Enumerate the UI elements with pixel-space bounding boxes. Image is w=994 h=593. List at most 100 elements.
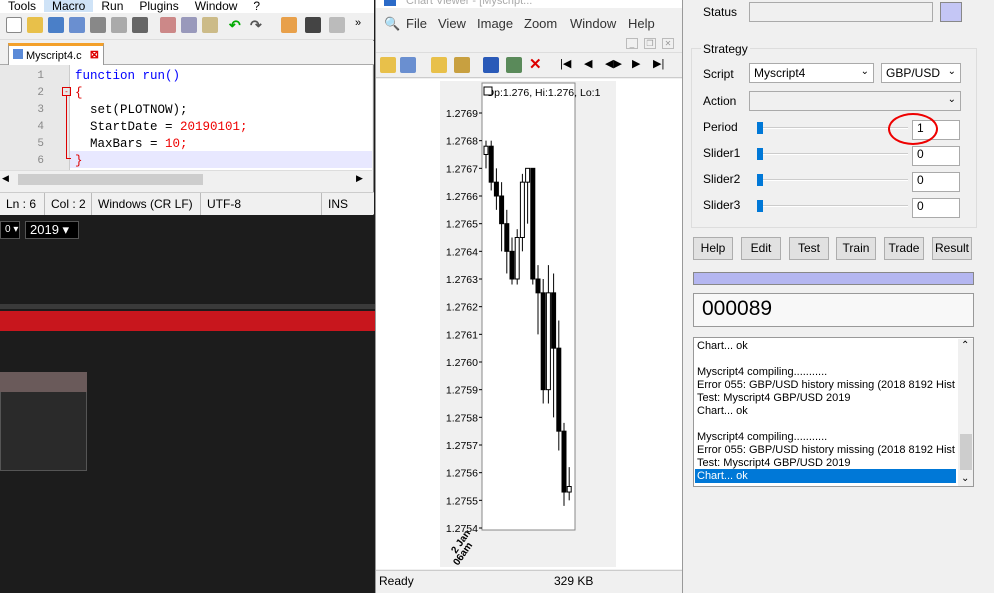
paste-icon[interactable] [202,17,218,33]
menu-help[interactable]: ? [245,0,268,12]
menu-tools[interactable]: Tools [0,0,44,12]
help-button[interactable]: Help [693,237,733,260]
menu-image[interactable]: Image [477,16,513,31]
status-color-box [940,2,962,22]
candle-body [556,347,562,432]
plot-area [481,82,576,531]
year-selector[interactable]: 2019 ▾ [25,221,79,239]
train-button[interactable]: Train [836,237,876,260]
current-line-highlight [70,151,372,168]
divider [0,304,376,309]
menu-zoom[interactable]: Zoom [524,16,557,31]
cut-icon[interactable] [160,17,176,33]
slider3-input[interactable]: 0 [912,198,960,218]
left-selector[interactable]: 0 ▾ [0,221,20,239]
slider2-input[interactable]: 0 [912,172,960,192]
candle-body [530,167,536,280]
menu-help[interactable]: Help [628,16,655,31]
lock-icon[interactable] [454,57,470,73]
period-slider-track[interactable] [758,127,908,129]
redo-icon[interactable]: ↷ [250,17,266,33]
new-file-icon[interactable] [6,17,22,33]
code-editor[interactable]: 1 2 3 4 5 6 - function run() { set(PLOTN… [0,65,372,170]
find-icon[interactable] [281,17,297,33]
play-icon[interactable]: ◀▶ [605,57,622,73]
save-icon[interactable] [483,57,499,73]
menu-macro[interactable]: Macro [44,0,94,12]
y-tick-label: 1.2761 [446,329,478,341]
recent-icon[interactable] [400,57,416,73]
script-select[interactable]: Myscript4 ⌄ [749,63,874,83]
tab-close-icon[interactable]: ⊠ [90,48,99,61]
tab-myscript4[interactable]: Myscript4.c ⊠ [8,43,104,65]
period-slider-thumb[interactable] [757,122,763,134]
slider1-track[interactable] [758,153,908,155]
first-icon[interactable]: |◀ [560,57,576,73]
line-number: 6 [37,155,44,167]
more-icon[interactable]: » [355,17,371,33]
menu-view[interactable]: View [438,16,466,31]
status-col: Col : 2 [44,193,86,215]
scroll-right-icon[interactable]: ▶ [356,173,363,184]
slider3-thumb[interactable] [757,200,763,212]
last-icon[interactable]: ▶| [653,57,669,73]
slider3-label: Slider3 [703,198,741,212]
search-icon[interactable]: 🔍 [384,16,400,32]
scroll-left-icon[interactable]: ◀ [2,173,9,184]
menu-plugins[interactable]: Plugins [131,0,186,12]
asset-select[interactable]: GBP/USD ⌄ [881,63,961,83]
menu-file[interactable]: File [406,16,427,31]
chart-area[interactable]: 1.2769 1.2768 1.2767 1.2766 1.2765 1.2764 1.27… [376,79,683,569]
scroll-thumb[interactable] [960,434,972,470]
print-icon[interactable] [132,17,148,33]
horizontal-scrollbar[interactable]: ◀ ▶ [0,170,372,187]
menu-run[interactable]: Run [93,0,131,12]
slider2-thumb[interactable] [757,174,763,186]
action-select[interactable]: ⌄ [749,91,961,111]
close-icon[interactable]: ✕ [662,38,674,49]
restore-icon[interactable]: ❐ [644,38,656,49]
prev-icon[interactable]: ◀ [584,57,600,73]
tab-label: Myscript4.c [26,50,82,62]
zoom-icon[interactable] [329,17,345,33]
properties-icon[interactable] [506,57,522,73]
save-icon[interactable] [48,17,64,33]
npp-statusbar: Ln : 6 Col : 2 Windows (CR LF) UTF-8 INS [0,192,374,215]
undo-icon[interactable]: ↶ [229,17,245,33]
replace-icon[interactable] [305,17,321,33]
copy-icon[interactable] [431,57,447,73]
close-all-icon[interactable] [111,17,127,33]
candle-body [525,167,531,183]
slider1-input[interactable]: 0 [912,146,960,166]
log-scrollbar[interactable]: ⌃ ⌄ [958,339,973,486]
save-all-icon[interactable] [69,17,85,33]
trade-button[interactable]: Trade [884,237,924,260]
edit-button[interactable]: Edit [741,237,781,260]
scroll-thumb[interactable] [18,174,203,185]
menu-window[interactable]: Window [570,16,616,31]
y-tick-label: 1.2760 [446,357,478,369]
test-button[interactable]: Test [789,237,829,260]
line-number: 4 [37,121,44,133]
minimize-icon[interactable]: _ [626,38,638,49]
open-icon[interactable] [380,57,396,73]
fold-marker[interactable]: - [62,87,71,96]
scroll-up-icon[interactable]: ⌃ [961,340,969,351]
menu-window[interactable]: Window [187,0,246,12]
message-log[interactable]: Chart... ok Myscript4 compiling.........… [693,337,974,487]
open-file-icon[interactable] [27,17,43,33]
next-icon[interactable]: ▶ [632,57,648,73]
y-tick-label: 1.2764 [446,246,478,258]
delete-icon[interactable]: ✕ [529,57,545,73]
scroll-down-icon[interactable]: ⌄ [961,473,969,484]
slider3-track[interactable] [758,205,908,207]
status-size: 329 KB [554,574,594,588]
close-icon[interactable] [90,17,106,33]
copy-icon[interactable] [181,17,197,33]
slider1-thumb[interactable] [757,148,763,160]
result-button[interactable]: Result [932,237,972,260]
line-number: 1 [37,70,44,82]
y-tick-label: 1.2767 [446,163,478,175]
candle-body [551,292,557,349]
slider2-track[interactable] [758,179,908,181]
